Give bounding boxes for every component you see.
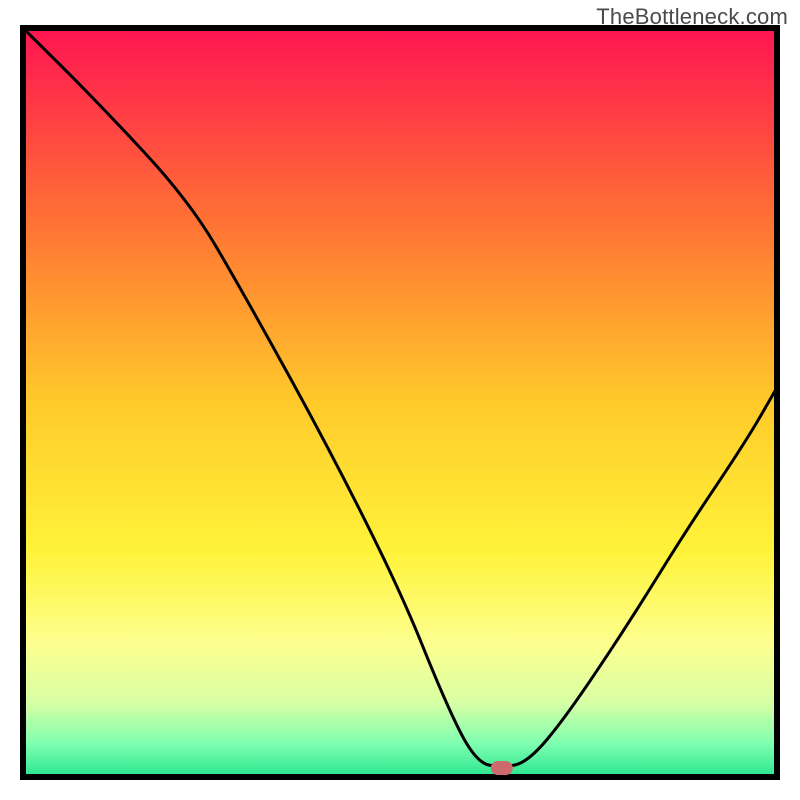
chart-container: { "watermark": "TheBottleneck.com", "plo… xyxy=(0,0,800,800)
plot-background-gradient xyxy=(23,28,777,777)
optimum-marker xyxy=(491,761,513,775)
bottleneck-chart xyxy=(0,0,800,800)
